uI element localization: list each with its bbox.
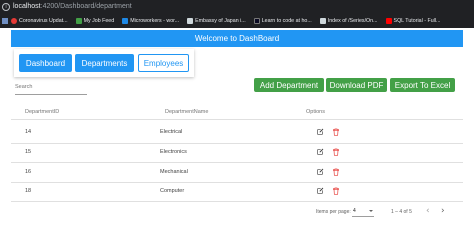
row-divider [11, 162, 463, 163]
page-title: Welcome to DashBoard [194, 34, 280, 43]
edit-icon[interactable] [316, 128, 324, 136]
edit-icon[interactable] [316, 187, 324, 195]
export-excel-button[interactable]: Export To Excel [390, 78, 455, 92]
delete-icon[interactable] [332, 168, 340, 176]
page-size-select[interactable]: 4 [352, 207, 374, 217]
row-1-name: Electrical [160, 129, 183, 135]
page-range: 1 – 4 of 5 [391, 209, 412, 215]
search-label: Search [15, 84, 33, 90]
bookmark-index-series[interactable]: Index of /Series/On... [319, 17, 378, 24]
row-divider [11, 201, 463, 202]
next-page-icon[interactable]: › [441, 206, 445, 216]
header-divider [11, 119, 463, 120]
row-2-id: 15 [25, 149, 32, 155]
bookmark-sql-tutorial[interactable]: SQL Tutorial - Full... [385, 17, 440, 24]
edit-icon[interactable] [316, 168, 324, 176]
bookmark-learn-code[interactable]: Learn to code at ho... [253, 17, 312, 24]
microworkers-favicon-icon [122, 17, 129, 24]
coronavirus-favicon-icon [11, 17, 17, 24]
bookmark-embassy[interactable]: Embassy of Japan i... [187, 17, 246, 24]
row-3-id: 16 [25, 169, 32, 175]
page-header: Welcome to DashBoard [11, 30, 463, 47]
delete-icon[interactable] [332, 128, 340, 136]
learn-code-favicon-icon [253, 17, 260, 24]
add-department-button[interactable]: Add Department [254, 78, 324, 92]
employees-button[interactable]: Employees [138, 54, 189, 72]
download-pdf-button[interactable]: Download PDF [326, 78, 387, 92]
folder-favicon-icon [319, 17, 326, 24]
dashboard-button[interactable]: Dashboard [19, 54, 72, 72]
row-divider [11, 143, 463, 144]
edit-icon[interactable] [316, 148, 324, 156]
row-4-id: 18 [25, 188, 32, 194]
previous-page-icon[interactable]: ‹ [426, 206, 430, 216]
items-per-page-label: Items per page: [316, 209, 351, 215]
column-header-id[interactable]: DepartmentID [25, 109, 59, 115]
row-4-name: Computer [160, 188, 185, 194]
column-header-name[interactable]: DepartmentName [165, 109, 208, 115]
row-3-name: Mechanical [160, 169, 188, 175]
row-2-name: Electronics [160, 149, 187, 155]
chevron-down-icon [369, 210, 373, 212]
bookmarks-bar: Coronavirus Updat... My Job Feed Microwo… [0, 14, 474, 27]
youtube-favicon-icon [385, 17, 392, 24]
search-input[interactable]: Search [15, 83, 87, 95]
embassy-favicon-icon [187, 17, 194, 24]
address-bar[interactable]: i localhost:4200/Dashboard/department [0, 0, 474, 13]
delete-icon[interactable] [332, 187, 340, 195]
url-host: localhost [13, 3, 41, 10]
row-divider [11, 182, 463, 183]
job-feed-favicon-icon [75, 17, 82, 24]
departments-button[interactable]: Departments [75, 54, 134, 72]
row-1-id: 14 [25, 129, 32, 135]
bookmark-job-feed[interactable]: My Job Feed [75, 17, 114, 24]
url-path: :4200/Dashboard/department [40, 3, 132, 10]
browser-chrome: i localhost:4200/Dashboard/department Co… [0, 0, 474, 28]
apps-icon[interactable] [2, 17, 8, 24]
delete-icon[interactable] [332, 148, 340, 156]
bookmark-microworkers[interactable]: Microworkers - wor... [122, 17, 179, 24]
info-icon[interactable]: i [2, 2, 10, 11]
page-size-value: 4 [353, 208, 356, 214]
column-header-options: Options [306, 109, 325, 115]
bookmark-coronavirus[interactable]: Coronavirus Updat... [11, 17, 68, 24]
